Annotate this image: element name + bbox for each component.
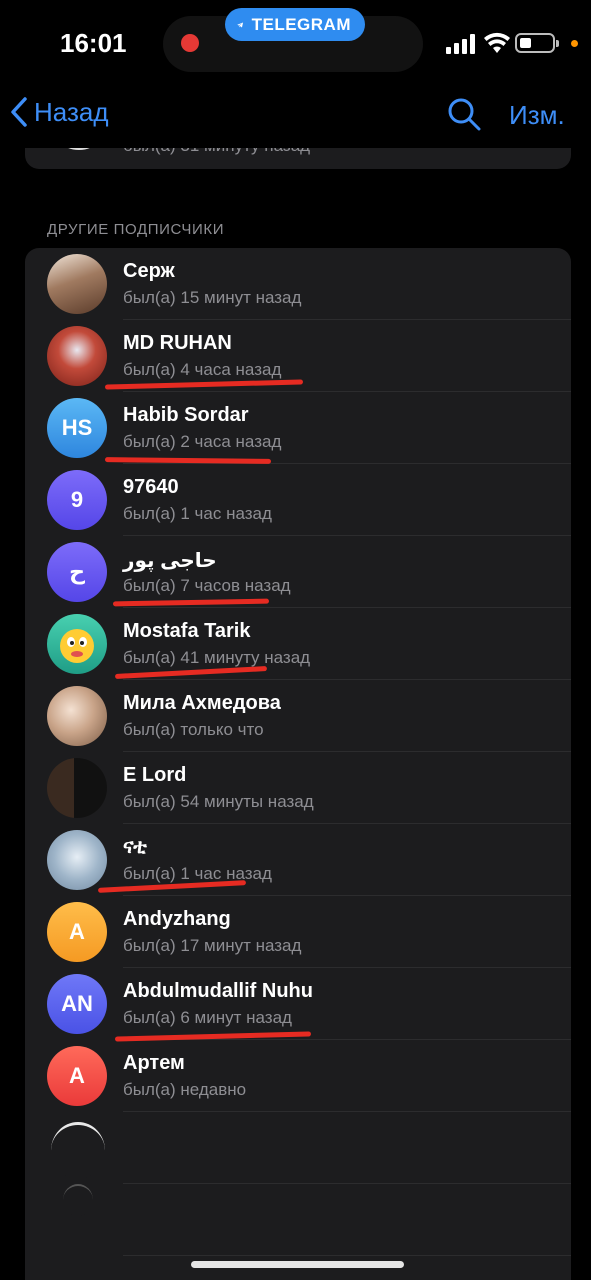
member-name: Andyzhang bbox=[123, 908, 231, 930]
member-status: был(а) 41 минуту назад bbox=[123, 648, 311, 667]
member-name: حاجی پور bbox=[123, 550, 217, 572]
status-bar: 16:01 TELEGRAM bbox=[0, 0, 591, 90]
list-item[interactable]: AN Abdulmudallif Nuhu был(а) 6 минут наз… bbox=[25, 968, 571, 1040]
avatar-initials: ح bbox=[69, 559, 85, 584]
avatar: ح bbox=[47, 542, 107, 602]
privacy-indicator bbox=[571, 40, 578, 47]
avatar bbox=[47, 614, 107, 674]
list-item[interactable]: Серж был(а) 15 минут назад bbox=[25, 248, 571, 320]
avatar bbox=[47, 254, 107, 314]
search-icon[interactable] bbox=[446, 96, 482, 132]
home-indicator[interactable] bbox=[191, 1261, 404, 1268]
list-item[interactable]: E Lord был(а) 54 минуты назад bbox=[25, 752, 571, 824]
avatar bbox=[47, 758, 107, 818]
list-item[interactable]: 9 97640 был(а) 1 час назад bbox=[25, 464, 571, 536]
navigation-bar: Назад Изм. bbox=[0, 90, 591, 148]
avatar-initials: A bbox=[69, 1063, 85, 1088]
member-status: был(а) 2 часа назад bbox=[123, 432, 282, 451]
member-name: Mostafa Tarik bbox=[123, 620, 251, 642]
avatar: 9 bbox=[47, 470, 107, 530]
list-item[interactable]: A Andyzhang был(а) 17 минут назад bbox=[25, 896, 571, 968]
member-status: был(а) 6 минут назад bbox=[123, 1008, 292, 1027]
avatar-placeholder bbox=[51, 1122, 105, 1179]
list-item[interactable]: Mostafa Tarik был(а) 41 минуту назад bbox=[25, 608, 571, 680]
emoji-face-icon bbox=[60, 629, 94, 663]
members-list: Серж был(а) 15 минут назад MD RUHAN был(… bbox=[25, 248, 571, 1280]
avatar-initials: HS bbox=[61, 415, 93, 440]
list-item[interactable]: ح حاجی پور был(а) 7 часов назад bbox=[25, 536, 571, 608]
member-name: 97640 bbox=[123, 476, 179, 498]
list-item-loading bbox=[25, 1112, 571, 1184]
member-name: ናቲ bbox=[123, 836, 147, 858]
member-status: был(а) недавно bbox=[123, 1080, 247, 1099]
avatar bbox=[47, 830, 107, 890]
list-item[interactable]: A Артем был(а) недавно bbox=[25, 1040, 571, 1112]
back-button[interactable]: Назад bbox=[10, 96, 109, 128]
avatar-placeholder bbox=[63, 1184, 93, 1216]
member-name: E Lord bbox=[123, 764, 187, 786]
list-item[interactable]: Мила Ахмедова был(а) только что bbox=[25, 680, 571, 752]
avatar bbox=[47, 686, 107, 746]
wifi-icon bbox=[484, 32, 510, 53]
list-item[interactable]: ናቲ был(а) 1 час назад bbox=[25, 824, 571, 896]
member-status: был(а) 1 час назад bbox=[123, 864, 272, 883]
member-name: MD RUHAN bbox=[123, 332, 232, 354]
member-name: Habib Sordar bbox=[123, 404, 249, 426]
member-status: был(а) 17 минут назад bbox=[123, 936, 302, 955]
telegram-pill[interactable]: TELEGRAM bbox=[225, 8, 365, 41]
member-name: Серж bbox=[123, 260, 175, 282]
clock: 16:01 bbox=[60, 28, 127, 58]
member-status: был(а) только что bbox=[123, 720, 264, 739]
telegram-icon bbox=[237, 22, 244, 27]
avatar bbox=[47, 326, 107, 386]
avatar-initials: A bbox=[69, 919, 85, 944]
chevron-left-icon bbox=[11, 97, 27, 127]
member-name: Артем bbox=[123, 1052, 185, 1074]
member-status: был(а) 15 минут назад bbox=[123, 288, 302, 307]
avatar-initials: AN bbox=[61, 991, 93, 1016]
telegram-pill-label: TELEGRAM bbox=[251, 14, 351, 34]
member-status: был(а) 7 часов назад bbox=[123, 576, 291, 595]
avatar-initials: 9 bbox=[70, 487, 84, 512]
battery-icon bbox=[515, 33, 559, 53]
avatar: A bbox=[47, 1046, 107, 1106]
member-name: Мила Ахмедова bbox=[123, 692, 281, 714]
member-name: Abdulmudallif Nuhu bbox=[123, 980, 313, 1002]
back-label: Назад bbox=[34, 96, 109, 127]
separator bbox=[123, 1255, 571, 1256]
avatar: A bbox=[47, 902, 107, 962]
cellular-signal-icon bbox=[446, 34, 475, 54]
edit-button[interactable]: Изм. bbox=[509, 100, 565, 131]
recording-indicator bbox=[181, 34, 199, 52]
section-header: ДРУГИЕ ПОДПИСЧИКИ bbox=[47, 221, 225, 238]
list-item[interactable]: HS Habib Sordar был(а) 2 часа назад bbox=[25, 392, 571, 464]
member-status: был(а) 4 часа назад bbox=[123, 360, 282, 379]
member-status: был(а) 54 минуты назад bbox=[123, 792, 314, 811]
member-status: был(а) 1 час назад bbox=[123, 504, 272, 523]
avatar: AN bbox=[47, 974, 107, 1034]
list-item-loading bbox=[25, 1184, 571, 1256]
avatar: HS bbox=[47, 398, 107, 458]
